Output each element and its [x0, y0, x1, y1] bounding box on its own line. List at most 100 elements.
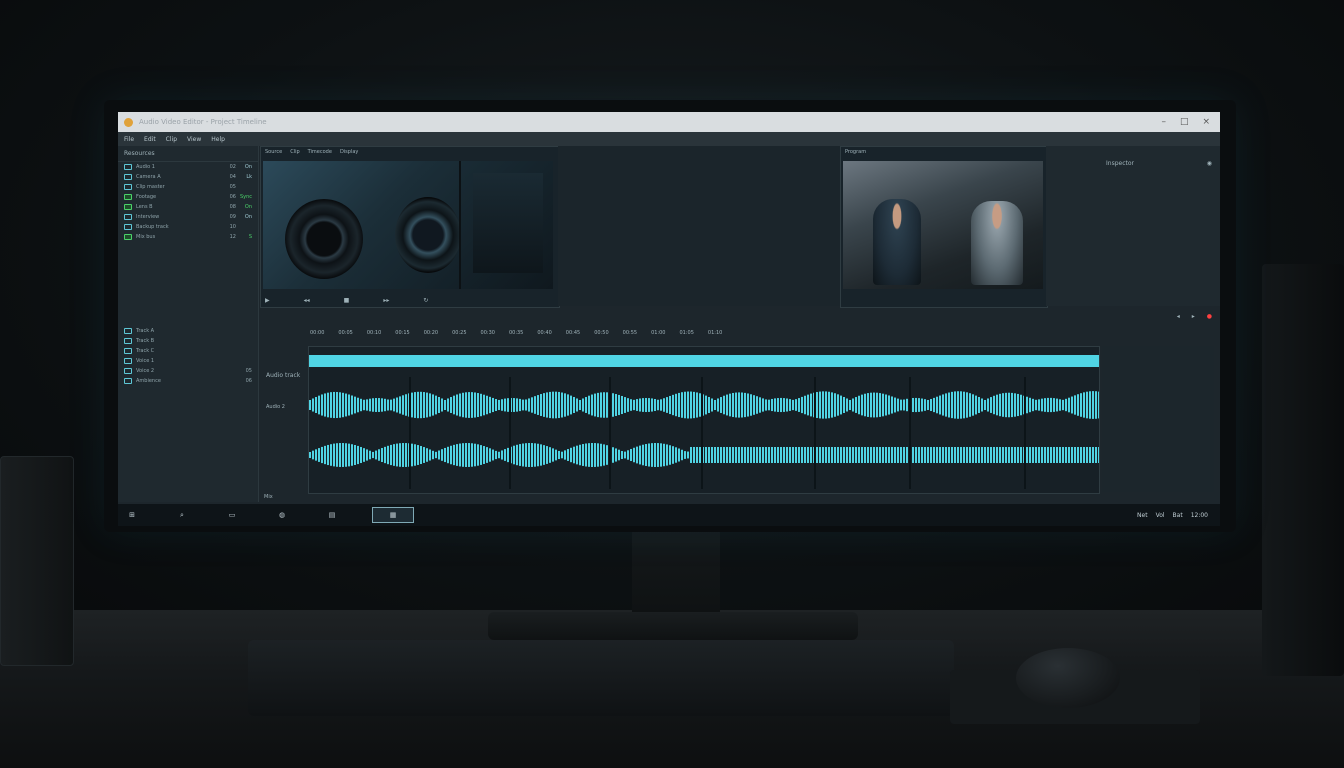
volume-icon[interactable]: Vol	[1156, 512, 1165, 519]
resource-name: Footage	[136, 194, 157, 200]
clip-icon	[124, 204, 132, 210]
resource-row[interactable]: Interview 09 On	[118, 212, 258, 222]
menu-view[interactable]: View	[187, 136, 201, 143]
timeline-ruler[interactable]: 00:00 00:05 00:10 00:15 00:20 00:25 00:30 00:35…	[260, 324, 1212, 342]
camera-lens-image-2	[395, 197, 461, 273]
clip-tab[interactable]: Clip	[290, 149, 299, 159]
start-icon[interactable]: ⊞	[122, 508, 142, 522]
resource-value: 06	[229, 194, 236, 200]
ruler-tick-label: 00:20	[423, 330, 439, 336]
resource-flag: S	[248, 234, 252, 240]
clip-icon	[124, 194, 132, 200]
resource-value: 08	[229, 204, 236, 210]
timeline-next-button[interactable]: ▸	[1192, 313, 1195, 320]
resource-row[interactable]: Footage 06 Sync	[118, 192, 258, 202]
track-row[interactable]: Ambience 06	[118, 376, 258, 386]
timecode-tab[interactable]: Timecode	[308, 149, 332, 159]
screen: Audio Video Editor - Project Timeline – …	[118, 112, 1220, 526]
files-icon[interactable]: ▤	[322, 508, 342, 522]
empty-viewer-panel	[558, 146, 840, 306]
timeline-tracks[interactable]	[308, 346, 1100, 494]
resource-name: Backup track	[136, 224, 169, 230]
network-icon[interactable]: Net	[1137, 512, 1148, 519]
track-row[interactable]: Voice 1	[118, 356, 258, 366]
resource-row[interactable]: Audio 1 02 On	[118, 162, 258, 172]
track-icon	[124, 338, 132, 344]
resource-row[interactable]: Mix bus 12 S	[118, 232, 258, 242]
clip-icon	[124, 224, 132, 230]
resource-row[interactable]: Camera A 04 Lk	[118, 172, 258, 182]
resource-row[interactable]: Clip master 05	[118, 182, 258, 192]
menu-bar: File Edit Clip View Help	[118, 132, 1220, 146]
system-tray: Net Vol Bat 12:00	[1137, 512, 1208, 519]
battery-icon[interactable]: Bat	[1173, 512, 1183, 519]
resource-name: Audio 1	[136, 164, 155, 170]
shelf-image	[473, 173, 543, 273]
resource-name: Lens B	[136, 204, 153, 210]
resource-row[interactable]: Lens B 08 On	[118, 202, 258, 212]
mouse	[1016, 648, 1120, 708]
ruler-tick-label: 00:00	[310, 330, 325, 336]
audio-waveform[interactable]	[309, 377, 1099, 489]
window-title: Audio Video Editor - Project Timeline	[139, 118, 267, 126]
clip-icon	[124, 184, 132, 190]
left-speaker	[0, 456, 74, 666]
menu-file[interactable]: File	[124, 136, 134, 143]
track-icon	[124, 328, 132, 334]
track-row[interactable]: Voice 2 05	[118, 366, 258, 376]
menu-help[interactable]: Help	[211, 136, 225, 143]
browser-icon[interactable]: ◍	[272, 508, 292, 522]
inspector-header: Inspector ◉	[1046, 146, 1220, 169]
resource-name: Interview	[136, 214, 160, 220]
folder-icon[interactable]: ▭	[222, 508, 242, 522]
track-row[interactable]: Track C	[118, 346, 258, 356]
record-button[interactable]: ●	[1207, 313, 1212, 320]
clock[interactable]: 12:00	[1191, 512, 1208, 519]
resource-value: 10	[229, 224, 236, 230]
track-name: Ambience	[136, 378, 161, 384]
ruler-tick-label: 00:10	[366, 330, 382, 336]
track-name: Voice 1	[136, 358, 155, 364]
program-label: Program	[845, 149, 867, 155]
play-icon[interactable]: ▶	[265, 297, 270, 304]
resource-flag: Sync	[239, 194, 252, 200]
clip-icon	[124, 214, 132, 220]
inspector-close-icon[interactable]: ◉	[1207, 160, 1212, 167]
monitor-base	[488, 612, 858, 640]
program-viewer-header: Program	[841, 147, 1047, 161]
search-icon[interactable]: ⌕	[172, 508, 192, 522]
inspector-title: Inspector	[1106, 160, 1134, 167]
maximize-icon[interactable]: □	[1180, 117, 1189, 127]
resource-value: 04	[229, 174, 236, 180]
timeline-prev-button[interactable]: ◂	[1177, 313, 1180, 320]
resource-value: 12	[229, 234, 236, 240]
forward-icon[interactable]: ▸▸	[383, 297, 389, 304]
resource-flag: On	[244, 164, 252, 170]
video-track-clip[interactable]	[309, 355, 1099, 367]
menu-clip[interactable]: Clip	[166, 136, 177, 143]
track-name: Track A	[136, 328, 155, 334]
taskbar: ⊞ ⌕ ▭ ◍ ▤ ▦ Net Vol Bat 12:00	[118, 504, 1220, 526]
source-tab[interactable]: Source	[265, 149, 282, 159]
rewind-icon[interactable]: ◂◂	[304, 297, 310, 304]
title-bar: Audio Video Editor - Project Timeline – …	[118, 112, 1220, 132]
editor-app-icon[interactable]: ▦	[372, 507, 414, 523]
loop-icon[interactable]: ↻	[423, 297, 428, 304]
resource-flag: On	[244, 214, 252, 220]
track-label-mix: Mix	[264, 494, 273, 500]
display-tab[interactable]: Display	[340, 149, 358, 159]
menu-edit[interactable]: Edit	[144, 136, 156, 143]
stop-icon[interactable]: ■	[344, 297, 350, 304]
program-video-frame[interactable]	[843, 161, 1043, 289]
resource-value: 09	[229, 214, 236, 220]
resource-name: Mix bus	[136, 234, 156, 240]
person-image-left	[873, 199, 921, 285]
close-icon[interactable]: ×	[1202, 117, 1210, 127]
resource-row[interactable]: Backup track 10	[118, 222, 258, 232]
track-row[interactable]: Track A	[118, 326, 258, 336]
resource-flag: Lk	[246, 174, 252, 180]
track-row[interactable]: Track B	[118, 336, 258, 346]
ruler-tick-label: 00:45	[565, 330, 581, 336]
source-video-frame[interactable]	[263, 161, 553, 289]
minimize-icon[interactable]: –	[1161, 117, 1166, 127]
